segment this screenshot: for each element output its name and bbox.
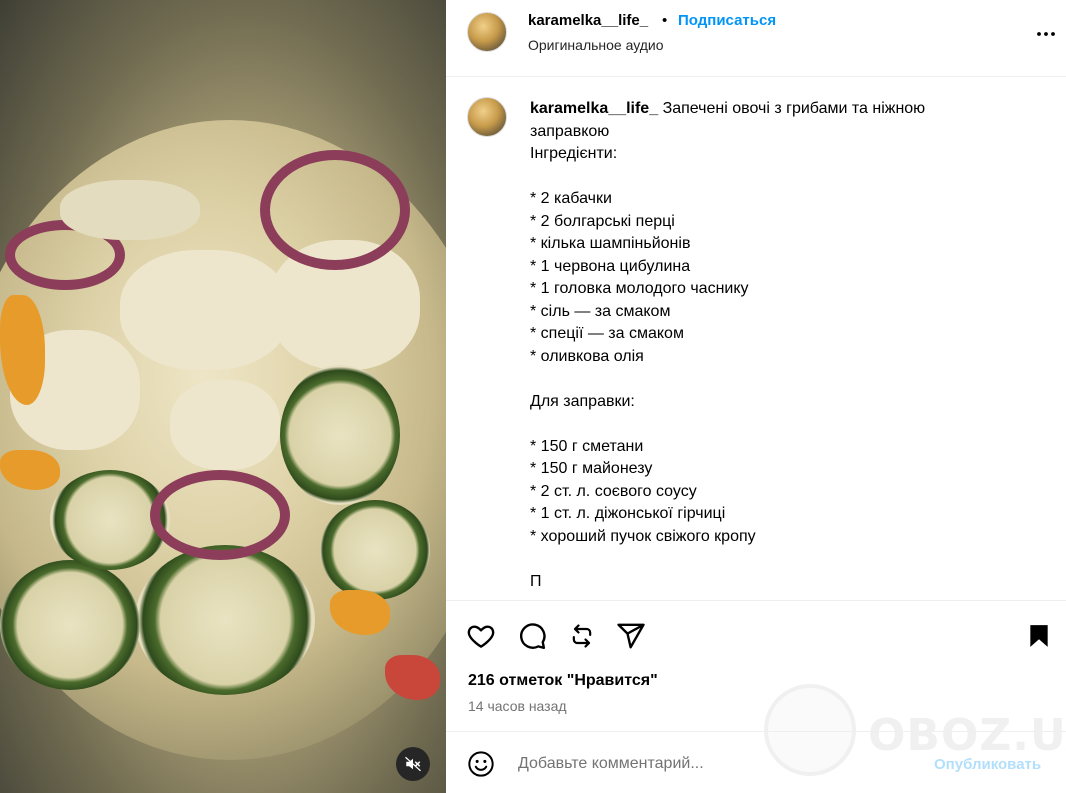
post-details-panel: karamelka__life_ • Подписаться Оригиналь… [446, 0, 1066, 793]
author-username[interactable]: karamelka__life_ [528, 12, 648, 29]
share-button[interactable] [616, 621, 646, 651]
salad-piece [280, 365, 400, 505]
caption-body: Інгредієнти: * 2 кабачки * 2 болгарські … [530, 145, 756, 590]
post-actions: 216 отметок "Нравится" 14 часов назад [446, 600, 1066, 730]
more-options-icon [1037, 32, 1055, 36]
follow-button[interactable]: Подписаться [678, 12, 776, 29]
post-timestamp[interactable]: 14 часов назад [468, 698, 567, 714]
post-header: karamelka__life_ • Подписаться Оригиналь… [446, 0, 1066, 77]
comment-icon [520, 623, 546, 650]
salad-piece [0, 560, 140, 690]
like-button[interactable] [466, 621, 496, 651]
caption-area[interactable]: karamelka__life_ Запечені овочі з грибам… [446, 78, 1066, 600]
emoji-icon [468, 751, 494, 777]
caption-username[interactable]: karamelka__life_ [530, 100, 658, 117]
salad-piece [135, 545, 315, 695]
caption-author-avatar[interactable] [467, 97, 507, 137]
save-button[interactable] [1024, 621, 1054, 651]
comment-input[interactable]: Добавьте комментарий... [518, 755, 704, 773]
post-caption: karamelka__life_ Запечені овочі з грибам… [530, 98, 970, 593]
repost-icon [572, 624, 592, 648]
likes-count[interactable]: 216 отметок "Нравится" [468, 672, 658, 690]
share-icon [617, 623, 645, 649]
salad-piece [120, 250, 290, 370]
comment-bar: Добавьте комментарий... Опубликовать [446, 731, 1066, 793]
more-options-button[interactable] [1034, 22, 1058, 46]
audio-label[interactable]: Оригинальное аудио [528, 37, 664, 53]
mute-button[interactable] [396, 747, 430, 781]
author-avatar[interactable] [467, 12, 507, 52]
heart-icon [467, 625, 495, 648]
post-media[interactable] [0, 0, 446, 793]
salad-piece [150, 470, 290, 560]
audio-muted-icon [405, 756, 421, 772]
header-separator: • [662, 12, 668, 29]
salad-piece [170, 380, 280, 470]
salad-piece [320, 500, 430, 600]
repost-button[interactable] [567, 621, 597, 651]
publish-comment-button[interactable]: Опубликовать [934, 756, 1041, 773]
salad-piece [60, 180, 200, 240]
salad-piece [260, 150, 410, 270]
bookmark-icon [1030, 625, 1048, 647]
emoji-button[interactable] [466, 749, 496, 779]
comment-button[interactable] [517, 621, 547, 651]
